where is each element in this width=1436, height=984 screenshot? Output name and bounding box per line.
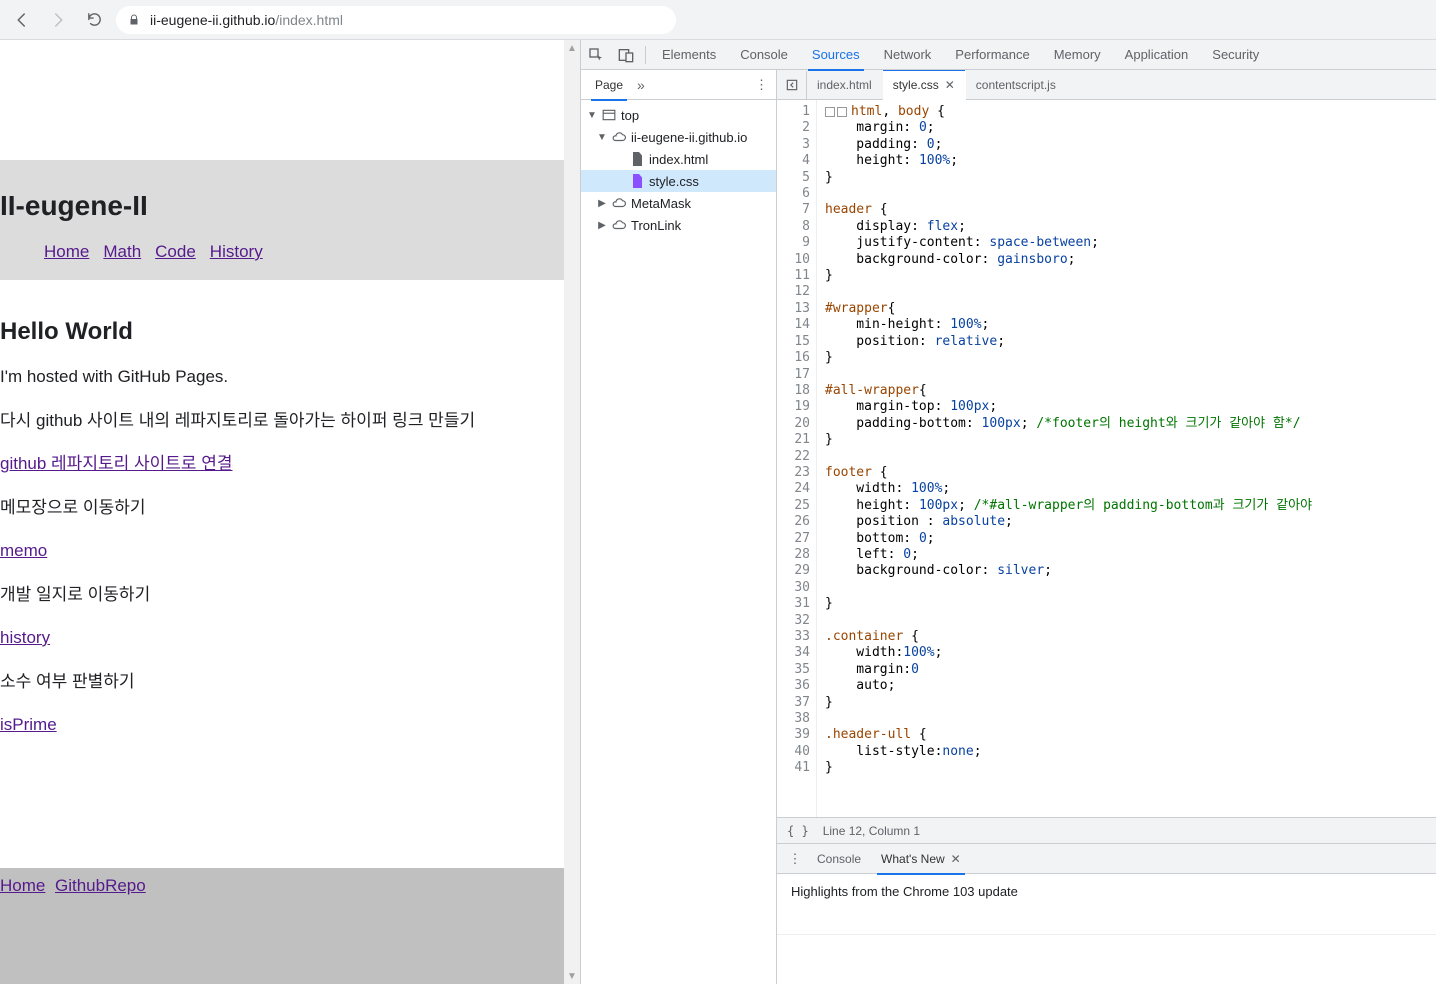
editor-nav-icon[interactable] <box>777 71 807 99</box>
code-editor[interactable]: 1234567891011121314151617181920212223242… <box>777 100 1436 817</box>
tab-application[interactable]: Application <box>1113 40 1201 70</box>
sources-navigator: Page » ⋮ ▼ top ▼ ii-eugene-ii <box>581 70 777 984</box>
nav-link-home[interactable]: Home <box>44 242 89 262</box>
tree-row-origin[interactable]: ▼ ii-eugene-ii.github.io <box>581 126 776 148</box>
sources-kebab-icon[interactable]: ⋮ <box>755 77 768 93</box>
tab-label: index.html <box>817 78 872 92</box>
tree-label: style.css <box>649 174 699 189</box>
page-footer: Home GithubRepo <box>0 868 580 904</box>
page-heading: Hello World <box>0 318 580 346</box>
tree-label: MetaMask <box>631 196 691 211</box>
drawer-tab-whats-new[interactable]: What's New ✕ <box>871 844 971 874</box>
code-content[interactable]: html, body { margin: 0; padding: 0; heig… <box>817 100 1436 817</box>
browser-toolbar: ii-eugene-ii.github.io/index.html <box>0 0 1436 40</box>
drawer-tab-console[interactable]: Console <box>807 844 871 874</box>
reload-button[interactable] <box>80 6 108 34</box>
drawer-kebab-icon[interactable]: ⋮ <box>783 851 807 867</box>
editor-tab-index-html[interactable]: index.html <box>807 70 883 100</box>
drawer-footer <box>777 934 1436 984</box>
tree-row-style-css[interactable]: style.css <box>581 170 776 192</box>
tree-label: index.html <box>649 152 708 167</box>
page-title: II-eugene-II <box>0 190 580 222</box>
page-nav: Home Math Code History <box>0 242 580 262</box>
nav-link-code[interactable]: Code <box>155 242 196 262</box>
tab-sources[interactable]: Sources <box>800 40 872 70</box>
tab-security[interactable]: Security <box>1200 40 1271 70</box>
drawer-body: Highlights from the Chrome 103 update <box>777 874 1436 934</box>
sources-tab-page[interactable]: Page <box>585 70 633 100</box>
devtools: Elements Console Sources Network Perform… <box>580 40 1436 984</box>
devtools-drawer: ⋮ Console What's New ✕ Highlights from t… <box>777 843 1436 984</box>
page-text: I'm hosted with GitHub Pages. <box>0 364 580 390</box>
tree-row-index-html[interactable]: index.html <box>581 148 776 170</box>
page-link-memo[interactable]: memo <box>0 541 47 560</box>
cloud-icon <box>611 195 627 211</box>
frame-icon <box>601 107 617 123</box>
tree-row-top[interactable]: ▼ top <box>581 104 776 126</box>
page-scrollbar[interactable]: ▲ ▼ <box>564 40 580 984</box>
rendered-page: ▲ ▼ II-eugene-II Home Math Code History … <box>0 40 580 984</box>
tab-memory[interactable]: Memory <box>1042 40 1113 70</box>
device-toolbar-icon[interactable] <box>611 41 641 69</box>
tab-label: style.css <box>893 78 939 92</box>
close-icon[interactable]: ✕ <box>951 852 961 866</box>
tree-row-metamask[interactable]: ▶ MetaMask <box>581 192 776 214</box>
devtools-tabs: Elements Console Sources Network Perform… <box>581 40 1436 70</box>
address-bar[interactable]: ii-eugene-ii.github.io/index.html <box>116 6 676 34</box>
close-icon[interactable]: ✕ <box>945 78 955 92</box>
page-link-github-repo[interactable]: github 레파지토리 사이트로 연결 <box>0 454 233 473</box>
footer-link-githubrepo[interactable]: GithubRepo <box>55 876 146 895</box>
page-text: 메모장으로 이동하기 <box>0 495 580 521</box>
editor-status-bar: { } Line 12, Column 1 <box>777 817 1436 843</box>
page-link-isprime[interactable]: isPrime <box>0 715 57 734</box>
line-gutter: 1234567891011121314151617181920212223242… <box>777 100 817 817</box>
lock-icon <box>128 14 140 26</box>
editor-tab-style-css[interactable]: style.css ✕ <box>883 70 966 100</box>
cursor-position: Line 12, Column 1 <box>823 824 920 838</box>
tab-console[interactable]: Console <box>728 40 800 70</box>
nav-link-history[interactable]: History <box>210 242 263 262</box>
sources-tab-more-icon[interactable]: » <box>637 77 645 93</box>
braces-icon[interactable]: { } <box>787 824 809 838</box>
editor-tab-contentscript-js[interactable]: contentscript.js <box>966 70 1067 100</box>
file-icon <box>629 151 645 167</box>
back-button[interactable] <box>8 6 36 34</box>
chevron-down-icon: ▼ <box>587 110 597 121</box>
url-text: ii-eugene-ii.github.io/index.html <box>150 12 343 28</box>
page-link-history[interactable]: history <box>0 628 50 647</box>
page-text: 다시 github 사이트 내의 레파지토리로 돌아가는 하이퍼 링크 만들기 <box>0 408 580 434</box>
tab-network[interactable]: Network <box>872 40 944 70</box>
tree-label: ii-eugene-ii.github.io <box>631 130 747 145</box>
page-text: 개발 일지로 이동하기 <box>0 582 580 608</box>
inspect-element-icon[interactable] <box>581 41 611 69</box>
forward-button[interactable] <box>44 6 72 34</box>
editor-area: index.html style.css ✕ contentscript.js … <box>777 70 1436 984</box>
nav-link-math[interactable]: Math <box>103 242 141 262</box>
tab-label: What's New <box>881 852 945 866</box>
tab-elements[interactable]: Elements <box>650 40 728 70</box>
chevron-right-icon: ▶ <box>597 198 607 209</box>
tree-label: top <box>621 108 639 123</box>
tree-label: TronLink <box>631 218 681 233</box>
chevron-down-icon: ▼ <box>597 132 607 143</box>
tab-label: contentscript.js <box>976 78 1056 92</box>
page-text: 소수 여부 판별하기 <box>0 669 580 695</box>
chevron-right-icon: ▶ <box>597 220 607 231</box>
tree-row-tronlink[interactable]: ▶ TronLink <box>581 214 776 236</box>
footer-link-home[interactable]: Home <box>0 876 45 895</box>
cloud-icon <box>611 129 627 145</box>
file-tree: ▼ top ▼ ii-eugene-ii.github.io index.htm… <box>581 100 776 240</box>
tab-performance[interactable]: Performance <box>943 40 1041 70</box>
file-icon <box>629 173 645 189</box>
cloud-icon <box>611 217 627 233</box>
